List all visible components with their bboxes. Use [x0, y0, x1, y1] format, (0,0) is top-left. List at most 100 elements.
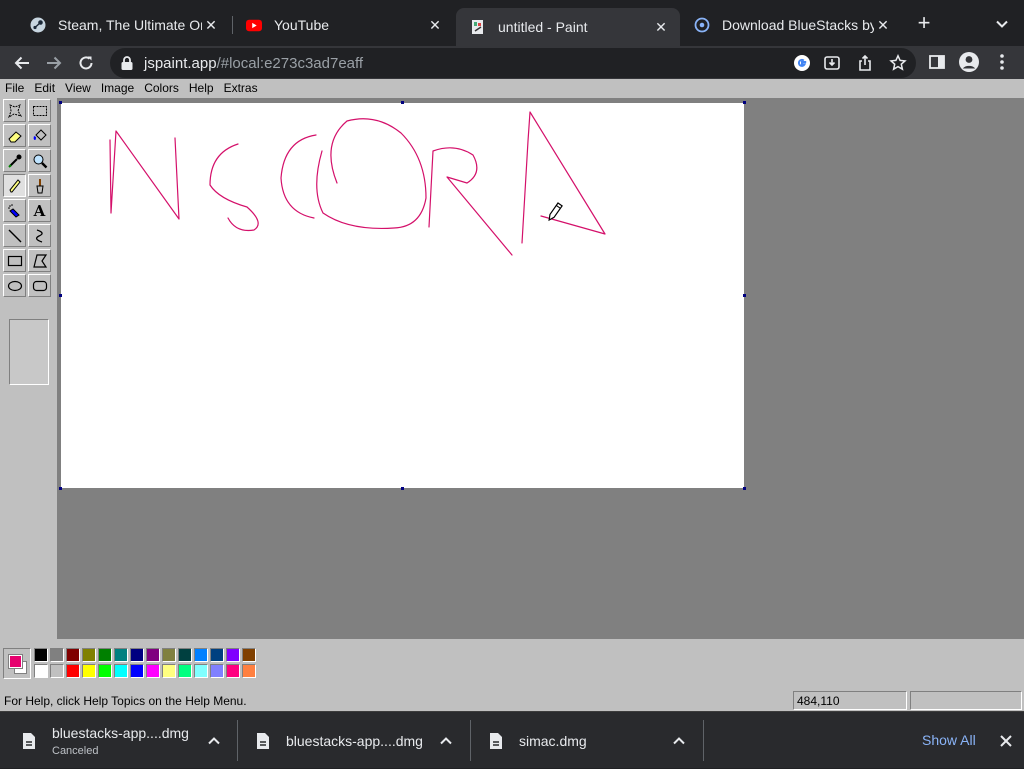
color-swatch[interactable]: [194, 648, 208, 662]
google-lens-icon[interactable]: [792, 53, 812, 73]
color-swatch[interactable]: [34, 648, 48, 662]
color-swatch[interactable]: [162, 664, 176, 678]
foreground-color[interactable]: [8, 654, 23, 669]
color-swatch[interactable]: [114, 648, 128, 662]
color-swatch[interactable]: [98, 664, 112, 678]
install-app-icon[interactable]: [822, 53, 842, 73]
close-icon[interactable]: ✕: [202, 16, 220, 34]
color-swatch[interactable]: [130, 664, 144, 678]
brush-tool[interactable]: [28, 174, 51, 197]
close-icon[interactable]: ✕: [426, 16, 444, 34]
pick-color-tool[interactable]: [3, 149, 26, 172]
airbrush-tool[interactable]: [3, 199, 26, 222]
chevron-up-icon[interactable]: [671, 733, 687, 749]
resize-handle[interactable]: [59, 101, 62, 104]
line-tool[interactable]: [3, 224, 26, 247]
reload-button[interactable]: [73, 50, 99, 76]
text-tool-glyph: A: [33, 201, 46, 220]
close-icon[interactable]: ✕: [652, 18, 670, 36]
color-swatch[interactable]: [162, 648, 176, 662]
color-swatch[interactable]: [146, 648, 160, 662]
polygon-tool[interactable]: [28, 249, 51, 272]
tab-paint[interactable]: untitled - Paint ✕: [456, 8, 680, 46]
kebab-menu-icon[interactable]: [991, 51, 1013, 73]
back-button[interactable]: [9, 50, 35, 76]
download-item[interactable]: bluestacks-app....dmg Canceled: [22, 712, 232, 769]
color-swatch[interactable]: [226, 648, 240, 662]
chevron-up-icon[interactable]: [206, 733, 222, 749]
close-icon[interactable]: ✕: [874, 16, 892, 34]
curve-tool[interactable]: [28, 224, 51, 247]
color-swatch[interactable]: [50, 648, 64, 662]
fill-tool[interactable]: [28, 124, 51, 147]
shelf-divider: [237, 720, 238, 761]
color-swatch[interactable]: [210, 664, 224, 678]
share-icon[interactable]: [855, 53, 875, 73]
menu-file[interactable]: File: [0, 81, 29, 95]
tab-youtube[interactable]: YouTube ✕: [232, 8, 454, 42]
color-swatch[interactable]: [82, 648, 96, 662]
pencil-cursor-icon: [548, 202, 563, 222]
address-bar[interactable]: jspaint.app/#local:e273c3ad7eaff: [110, 48, 916, 78]
color-swatch[interactable]: [242, 664, 256, 678]
menu-edit[interactable]: Edit: [29, 81, 60, 95]
menu-view[interactable]: View: [60, 81, 96, 95]
color-swatch[interactable]: [130, 648, 144, 662]
magnifier-tool[interactable]: [28, 149, 51, 172]
resize-handle[interactable]: [59, 294, 62, 297]
tab-search-chevron-icon[interactable]: [992, 14, 1012, 34]
color-swatch[interactable]: [82, 664, 96, 678]
menu-help[interactable]: Help: [184, 81, 219, 95]
color-swatch[interactable]: [210, 648, 224, 662]
tab-steam[interactable]: Steam, The Ultimate Online Game Platform…: [16, 8, 230, 42]
menu-extras[interactable]: Extras: [219, 81, 263, 95]
resize-handle[interactable]: [743, 487, 746, 490]
chevron-up-icon[interactable]: [438, 733, 454, 749]
rounded-rectangle-tool[interactable]: [28, 274, 51, 297]
rect-select-icon: [32, 105, 47, 116]
color-swatch[interactable]: [34, 664, 48, 678]
color-swatch[interactable]: [50, 664, 64, 678]
download-item[interactable]: bluestacks-app....dmg: [256, 712, 466, 769]
free-form-select-tool[interactable]: [3, 99, 26, 122]
color-swatch[interactable]: [66, 648, 80, 662]
tab-strip: Steam, The Ultimate Online Game Platform…: [0, 0, 1024, 46]
color-swatch[interactable]: [114, 664, 128, 678]
color-swatch[interactable]: [178, 664, 192, 678]
close-icon[interactable]: [998, 733, 1014, 749]
forward-button[interactable]: [41, 50, 67, 76]
polygon-icon: [32, 253, 47, 268]
bookmark-star-icon[interactable]: [888, 53, 908, 73]
side-panel-icon[interactable]: [926, 51, 948, 73]
color-swatch[interactable]: [66, 664, 80, 678]
pencil-tool[interactable]: [3, 174, 26, 197]
current-colors[interactable]: [3, 648, 31, 679]
text-tool[interactable]: A: [28, 199, 51, 222]
ellipse-tool[interactable]: [3, 274, 26, 297]
resize-handle[interactable]: [401, 101, 404, 104]
drawing-canvas[interactable]: [61, 103, 744, 488]
resize-handle[interactable]: [59, 487, 62, 490]
rectangle-tool[interactable]: [3, 249, 26, 272]
resize-handle[interactable]: [743, 294, 746, 297]
color-swatch[interactable]: [226, 664, 240, 678]
curve-icon: [35, 228, 43, 243]
show-all-button[interactable]: Show All: [922, 732, 976, 748]
color-swatch[interactable]: [194, 664, 208, 678]
color-swatch[interactable]: [146, 664, 160, 678]
eraser-tool[interactable]: [3, 124, 26, 147]
resize-handle[interactable]: [401, 487, 404, 490]
color-swatch[interactable]: [98, 648, 112, 662]
new-tab-button[interactable]: +: [912, 12, 936, 36]
menu-colors[interactable]: Colors: [139, 81, 184, 95]
menu-image[interactable]: Image: [96, 81, 139, 95]
select-tool[interactable]: [28, 99, 51, 122]
resize-handle[interactable]: [743, 101, 746, 104]
tab-bluestacks[interactable]: Download BlueStacks by BlueStacks ✕: [680, 8, 902, 42]
profile-avatar-icon[interactable]: [958, 51, 980, 73]
paint-app: File Edit View Image Colors Help Extras: [0, 79, 1024, 711]
download-item[interactable]: simac.dmg: [489, 712, 699, 769]
color-swatch[interactable]: [178, 648, 192, 662]
color-swatch[interactable]: [242, 648, 256, 662]
tool-options-panel[interactable]: [9, 319, 49, 385]
